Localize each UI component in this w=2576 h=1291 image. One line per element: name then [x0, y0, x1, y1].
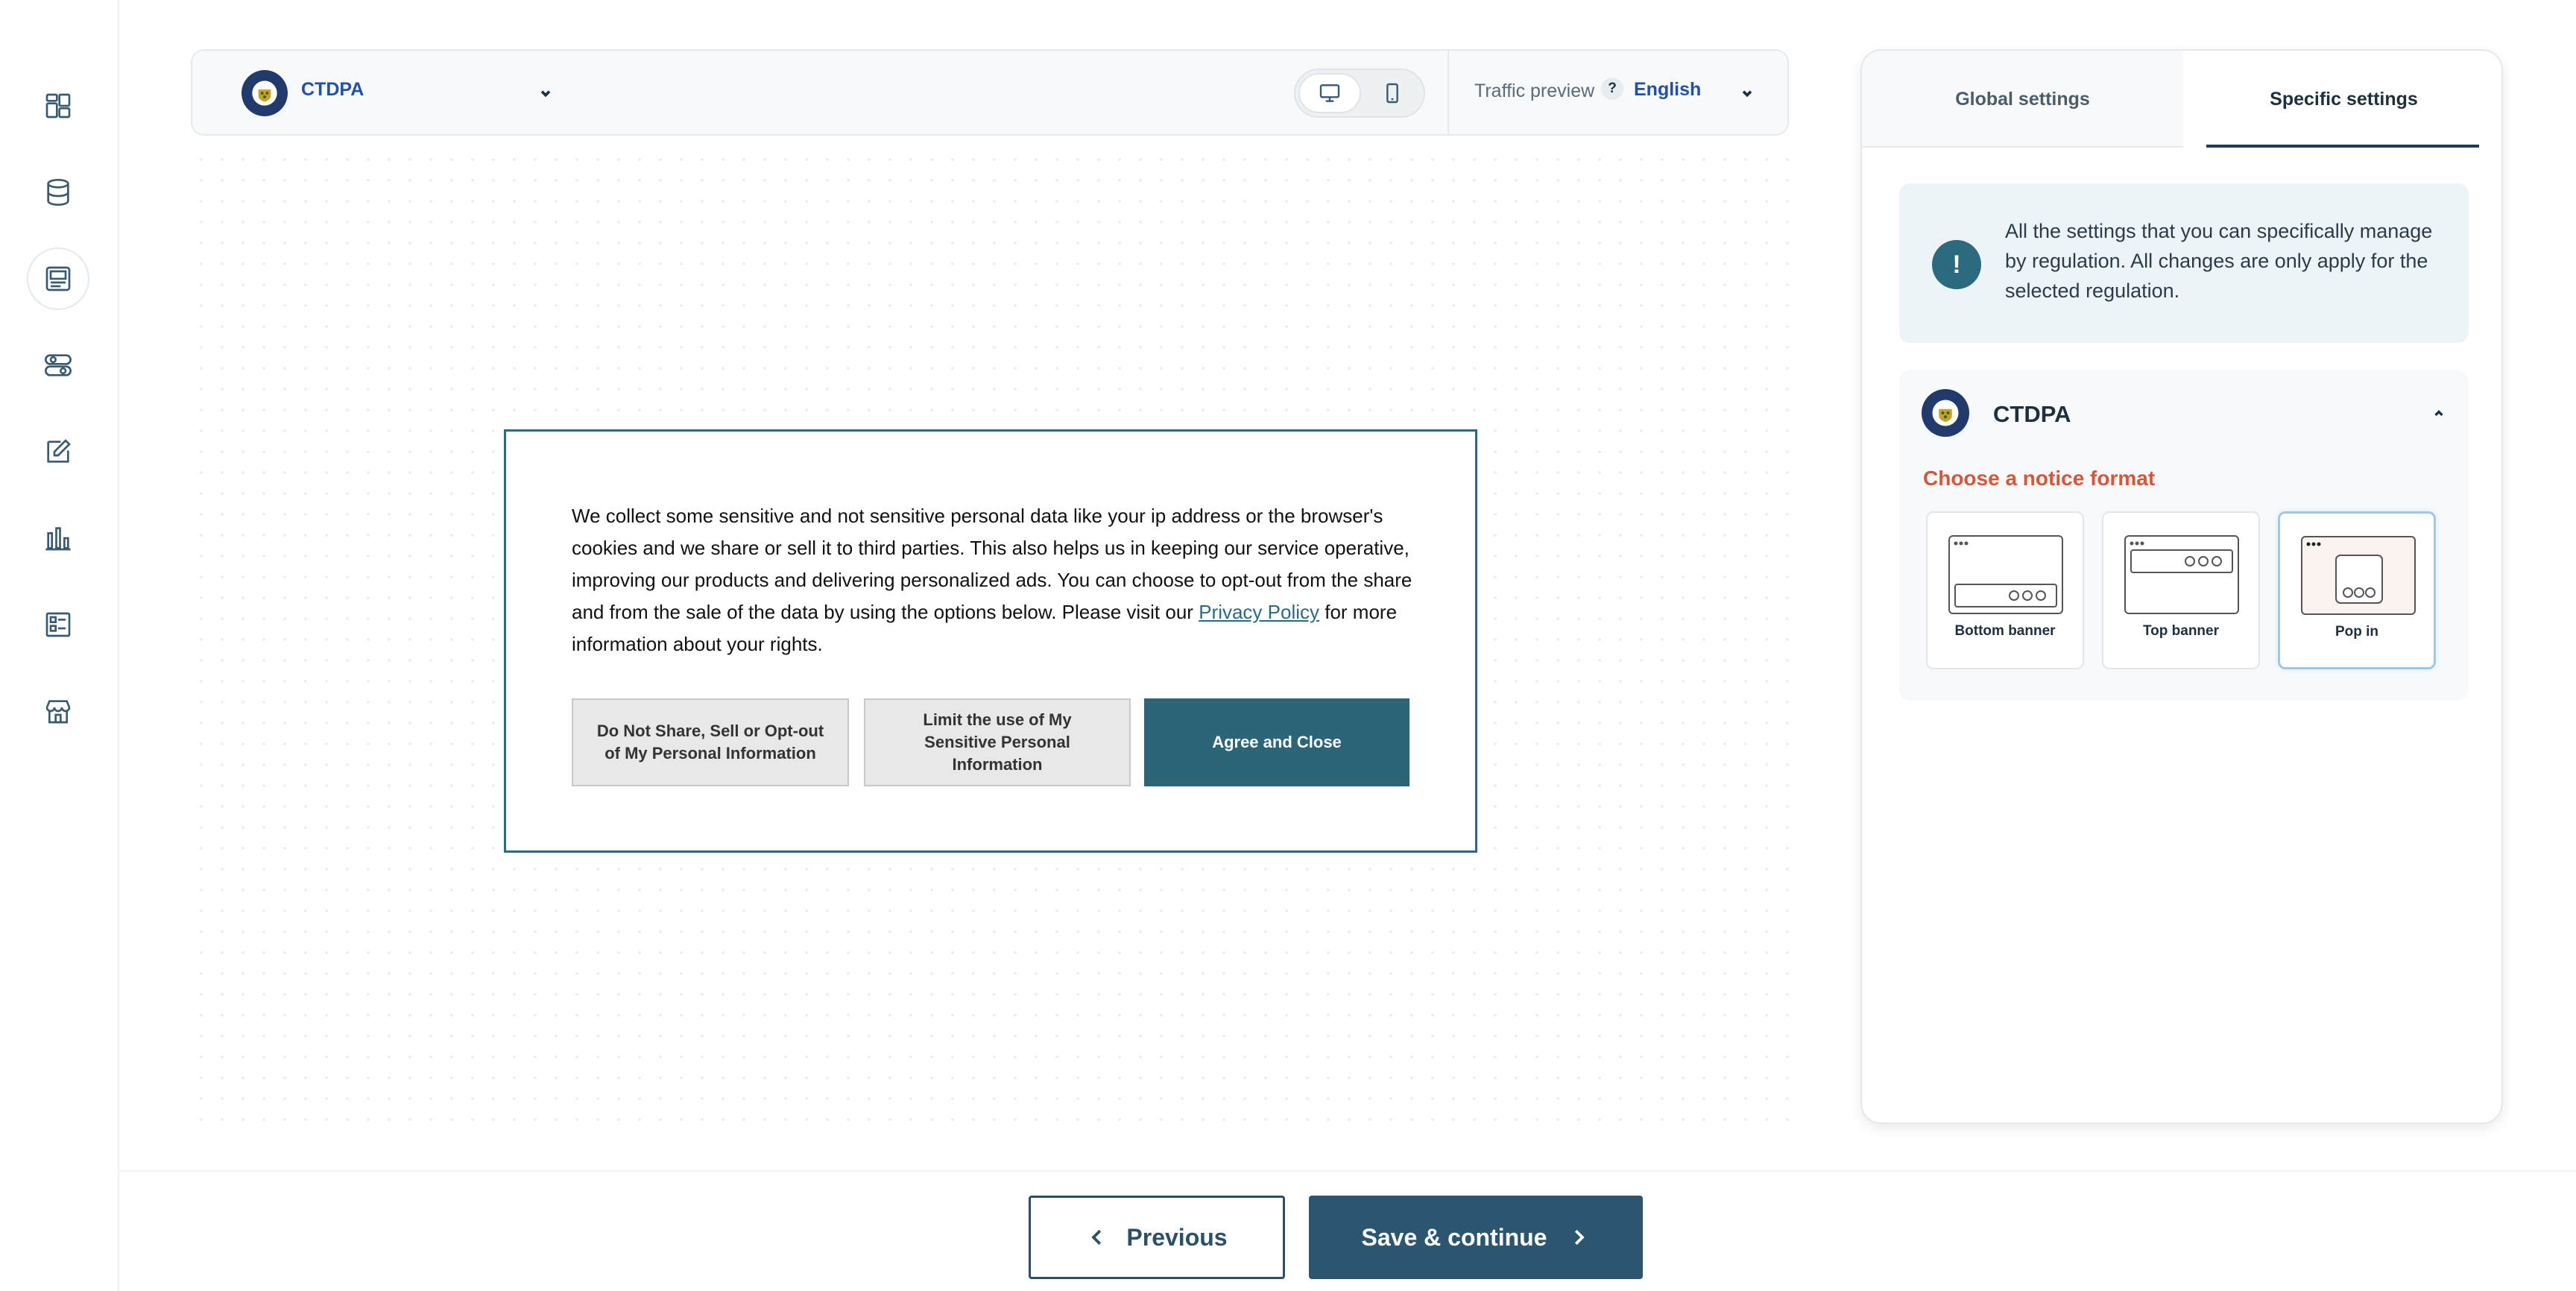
format-name: Top banner [2142, 623, 2220, 639]
checklist-icon[interactable] [27, 593, 89, 656]
ctdpa-seal-icon [242, 70, 288, 116]
desktop-icon [1319, 84, 1340, 102]
chevron-down-icon[interactable] [531, 79, 561, 109]
chevron-left-icon [1091, 1229, 1102, 1246]
desktop-preview-button[interactable] [1298, 73, 1361, 113]
chevron-down-icon[interactable] [1732, 79, 1762, 109]
limit-sensitive-data-button[interactable]: Limit the use of My Sensitive Personal I… [864, 698, 1131, 786]
mobile-icon [1386, 83, 1398, 104]
device-switch [1294, 69, 1425, 118]
regulation-card: CTDPA Choose a notice format Bottom bann… [1899, 370, 2469, 701]
format-option-pop-in[interactable]: Pop in [2278, 511, 2436, 669]
notice-text: We collect some sensitive and not sensit… [572, 500, 1414, 660]
toolbar-divider [1448, 51, 1449, 134]
layout-icon[interactable] [27, 247, 89, 310]
preview-toolbar: CTDPA Traffic preview ? English [191, 49, 1789, 136]
format-name: Bottom banner [1954, 623, 2056, 639]
tab-specific-settings[interactable]: Specific settings [2183, 51, 2501, 148]
format-name: Pop in [2334, 624, 2379, 640]
format-option-bottom-banner[interactable]: Bottom banner [1926, 511, 2084, 669]
regulation-card-title: CTDPA [1993, 401, 2071, 427]
top-banner-thumbnail [2124, 535, 2239, 614]
toggles-icon[interactable] [27, 334, 89, 397]
chevron-up-icon[interactable] [2425, 400, 2452, 426]
save-and-continue-button[interactable]: Save & continue [1309, 1196, 1643, 1279]
agree-and-close-button[interactable]: Agree and Close [1144, 698, 1409, 786]
exclamation-icon: ! [1932, 240, 1981, 289]
edit-icon[interactable] [27, 420, 89, 483]
traffic-preview-label: Traffic preview [1474, 81, 1595, 101]
info-callout: ! All the settings that you can specific… [1899, 183, 2469, 343]
help-icon[interactable]: ? [1601, 78, 1623, 100]
chevron-right-icon [1575, 1229, 1585, 1246]
dashboard-icon[interactable] [27, 75, 89, 137]
active-tab-indicator [2206, 145, 2479, 148]
privacy-policy-link[interactable]: Privacy Policy [1199, 601, 1319, 623]
info-text: All the settings that you can specifical… [2005, 220, 2433, 302]
bar-chart-icon[interactable] [27, 507, 89, 569]
notice-format-label: Choose a notice format [1923, 467, 2156, 490]
language-selector[interactable]: English [1634, 79, 1701, 101]
regulation-selector-label[interactable]: CTDPA [301, 79, 364, 101]
pop-in-thumbnail [2301, 536, 2416, 615]
opt-out-button[interactable]: Do Not Share, Sell or Opt-out of My Pers… [572, 698, 849, 786]
database-icon[interactable] [27, 161, 89, 224]
consent-notice-popup: We collect some sensitive and not sensit… [504, 429, 1477, 853]
left-sidebar [0, 0, 119, 1291]
settings-panel: Global settings Specific settings ! All … [1860, 49, 2503, 1124]
store-icon[interactable] [27, 680, 89, 742]
settings-tabs: Global settings Specific settings [1862, 51, 2501, 148]
previous-label: Previous [1126, 1223, 1228, 1251]
tab-global-settings[interactable]: Global settings [1862, 51, 2183, 148]
ctdpa-seal-icon [1922, 389, 1969, 437]
save-label: Save & continue [1361, 1223, 1547, 1251]
previous-button[interactable]: Previous [1029, 1196, 1285, 1279]
bottom-banner-thumbnail [1948, 535, 2063, 614]
mobile-preview-button[interactable] [1361, 73, 1424, 113]
format-option-top-banner[interactable]: Top banner [2102, 511, 2260, 669]
